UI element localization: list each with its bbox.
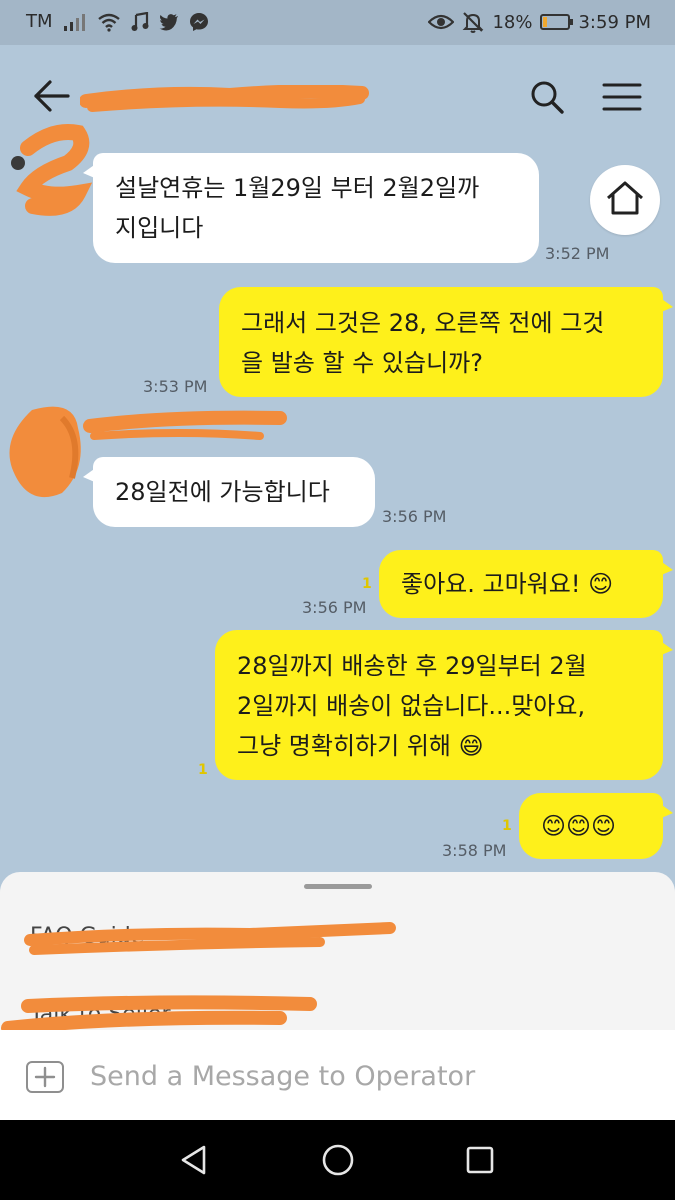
unread-count: 1 [502,818,512,834]
message-bubble-incoming[interactable]: 설날연휴는 1월29일 부터 2월2일까 지입니다 [83,153,539,263]
battery-icon [540,14,574,30]
wifi-icon [97,12,121,32]
unread-count: 1 [198,762,208,778]
back-arrow-icon[interactable] [32,79,72,113]
message-bubble-outgoing[interactable]: 😊😊😊 [519,793,673,859]
message-time: 3:56 PM [382,507,447,526]
message-time: 3:52 PM [545,244,610,263]
unread-count: 1 [362,576,372,592]
message-composer [0,1030,675,1120]
message-input[interactable] [90,1056,650,1096]
signal-icon [63,12,87,32]
twitter-icon [159,13,179,31]
status-bar: TM 18% 3:59 PM [0,0,675,45]
back-triangle-icon[interactable] [176,1142,212,1178]
status-bar-left: TM [26,11,209,32]
quick-menu-sheet: FAQ Guide Talk to Seller [0,872,675,1032]
chat-header [0,45,675,145]
menu-icon[interactable] [600,79,644,115]
status-bar-right: 18% 3:59 PM [428,11,651,33]
sheet-drag-handle[interactable] [304,884,372,889]
home-icon [605,180,645,220]
recents-square-icon[interactable] [462,1142,498,1178]
chat-title-redaction [80,85,370,115]
messenger-icon [189,12,209,32]
status-time: 3:59 PM [578,11,651,33]
eye-icon [428,13,455,31]
message-time: 3:53 PM [143,377,208,396]
menu-item-redaction [1,995,317,1032]
plus-icon[interactable] [26,1061,64,1093]
message-bubble-outgoing[interactable]: 그래서 그것은 28, 오른쪽 전에 그것 을 발송 할 수 있습니까? [219,287,673,397]
message-bubble-incoming[interactable]: 28일전에 가능합니다 [83,457,375,527]
search-icon[interactable] [528,79,568,115]
carrier-label: TM [26,11,53,32]
home-circle-icon[interactable] [320,1142,356,1178]
menu-item-redaction [24,922,396,955]
home-button[interactable] [590,165,660,235]
message-bubble-outgoing[interactable]: 28일까지 배송한 후 29일부터 2월 2일까지 배송이 없습니다...맞아요… [215,630,673,780]
message-time: 3:58 PM [442,841,507,860]
battery-percent: 18% [492,11,533,33]
battery-level-fill [543,17,548,27]
music-icon [131,11,149,32]
sender-name-redaction [80,408,290,442]
message-bubble-outgoing[interactable]: 좋아요. 고마워요! 😊 [379,550,673,618]
system-nav-bar [0,1120,675,1200]
bell-off-icon [462,11,484,33]
message-time: 3:56 PM [302,598,367,617]
